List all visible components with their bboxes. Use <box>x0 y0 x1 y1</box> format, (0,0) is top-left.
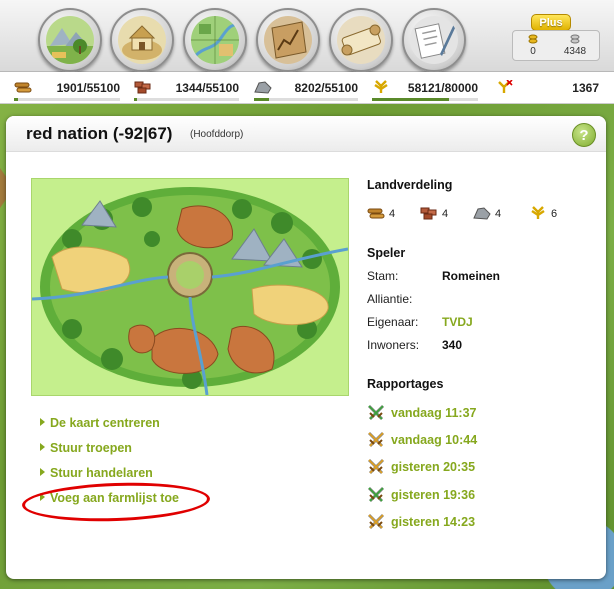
iron-icon <box>254 80 272 94</box>
resource-bar: 1901/55100 1344/55100 8202/55100 58121/8… <box>0 72 614 104</box>
owner-label: Eigenaar: <box>367 315 419 329</box>
help-icon: ? <box>579 126 589 144</box>
crossed-swords-icon <box>367 458 385 475</box>
page-subtitle: (Hoofddorp) <box>190 129 244 140</box>
clay-value: 1344/55100 <box>175 81 239 95</box>
map-icon <box>191 16 239 64</box>
clay-resource[interactable]: 1344/55100 <box>134 80 239 101</box>
gold-counter: 0 <box>513 33 553 57</box>
alliance-label: Alliantie: <box>367 292 413 306</box>
village-center-button[interactable] <box>110 8 174 72</box>
crop-progress <box>372 98 478 101</box>
link-label: Stuur troepen <box>50 441 132 455</box>
speler-heading: Speler <box>367 246 406 260</box>
wood-icon <box>367 208 385 219</box>
clay-icon <box>420 207 437 220</box>
crossed-swords-icon <box>367 431 385 448</box>
resource-fields-icon <box>46 16 94 64</box>
wood-resource[interactable]: 1901/55100 <box>14 80 120 101</box>
highlight-circle <box>21 479 211 525</box>
village-icon <box>118 16 166 64</box>
wood-progress <box>14 98 120 101</box>
land-iron: 4 <box>473 206 513 222</box>
land-clay-count: 4 <box>442 208 449 220</box>
silver-coin-icon <box>555 33 595 46</box>
reports-icon <box>337 16 385 64</box>
statistics-button[interactable] <box>256 8 320 72</box>
gold-silver-box[interactable]: 0 4348 <box>512 30 600 61</box>
land-crop: 6 <box>529 206 569 222</box>
crossed-swords-icon <box>367 486 385 503</box>
land-clay: 4 <box>420 206 460 222</box>
silver-counter: 4348 <box>555 33 595 57</box>
report-time: gisteren 19:36 <box>391 488 476 502</box>
iron-value: 8202/55100 <box>294 81 358 95</box>
arrow-right-icon <box>40 468 45 476</box>
resource-fields-button[interactable] <box>38 8 102 72</box>
population-value: 340 <box>442 338 463 352</box>
gold-coin-icon <box>513 33 553 46</box>
link-label: Stuur handelaren <box>50 466 153 480</box>
top-navigation: Plus 0 4348 <box>0 0 614 72</box>
crop-consumption-icon <box>495 79 513 94</box>
link-label: De kaart centreren <box>50 416 160 430</box>
rapportages-heading: Rapportages <box>367 377 444 391</box>
map-button[interactable] <box>183 8 247 72</box>
land-crop-count: 6 <box>551 208 558 220</box>
messages-icon <box>410 16 458 64</box>
crop-consumption-value: 1367 <box>572 81 599 95</box>
reports-button[interactable] <box>329 8 393 72</box>
arrow-right-icon <box>40 418 45 426</box>
iron-icon <box>473 207 491 220</box>
report-time: gisteren 14:23 <box>391 515 476 529</box>
arrow-right-icon <box>40 443 45 451</box>
plus-button[interactable]: Plus <box>531 14 571 31</box>
tribe-value: Romeinen <box>442 269 501 283</box>
crop-value: 58121/80000 <box>407 81 478 95</box>
crop-resource[interactable]: 58121/80000 <box>372 80 478 101</box>
wood-value: 1901/55100 <box>56 81 120 95</box>
landverdeling-heading: Landverdeling <box>367 178 453 192</box>
village-map-image <box>31 178 349 396</box>
land-wood: 4 <box>367 206 407 222</box>
gold-value: 0 <box>530 46 536 57</box>
iron-resource[interactable]: 8202/55100 <box>254 80 358 101</box>
owner-link[interactable]: TVDJ <box>442 315 473 329</box>
send-merchants-link[interactable]: Stuur handelaren <box>40 466 153 480</box>
crossed-swords-icon <box>367 404 385 421</box>
report-time: vandaag 10:44 <box>391 433 478 447</box>
wood-icon <box>14 80 32 94</box>
report-time: vandaag 11:37 <box>391 406 477 420</box>
clay-progress <box>134 98 239 101</box>
help-button[interactable]: ? <box>572 123 596 147</box>
crop-consumption[interactable]: 1367 <box>495 79 599 98</box>
population-label: Inwoners: <box>367 338 420 352</box>
send-troops-link[interactable]: Stuur troepen <box>40 441 132 455</box>
tribe-label: Stam: <box>367 269 399 283</box>
land-wood-count: 4 <box>389 208 396 220</box>
clay-icon <box>134 80 152 94</box>
report-time: gisteren 20:35 <box>391 460 476 474</box>
statistics-icon <box>264 16 312 64</box>
panel-header: red nation (-92|67) (Hoofddorp) ? <box>6 116 606 152</box>
crop-icon <box>531 206 545 219</box>
silver-value: 4348 <box>563 46 587 57</box>
crossed-swords-icon <box>367 513 385 530</box>
page-title: red nation (-92|67) <box>26 124 173 143</box>
messages-button[interactable] <box>402 8 466 72</box>
center-map-link[interactable]: De kaart centreren <box>40 416 160 430</box>
crop-icon <box>372 80 390 94</box>
land-iron-count: 4 <box>495 208 502 220</box>
village-info-panel: red nation (-92|67) (Hoofddorp) ? De kaa… <box>6 116 606 579</box>
iron-progress <box>254 98 358 101</box>
